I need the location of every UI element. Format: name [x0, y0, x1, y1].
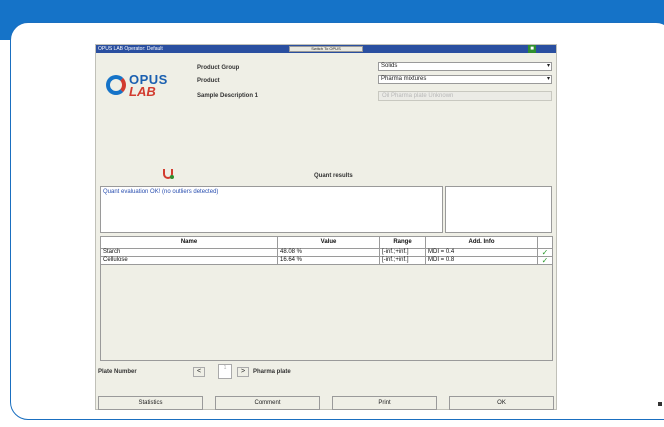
- monitor-icon[interactable]: ■: [528, 45, 536, 53]
- table-cell-name[interactable]: Cellulose: [101, 257, 278, 265]
- table-cell-add-info: MDI = 0.8: [426, 257, 538, 265]
- product-group-select[interactable]: Solids ▾: [378, 62, 552, 71]
- quant-results-title: Quant results: [314, 173, 353, 179]
- logo-mark: [106, 75, 126, 95]
- column-header-value[interactable]: Value: [278, 237, 380, 249]
- product-group-value: Solids: [381, 63, 398, 69]
- product-value: Pharma mixtures: [381, 76, 427, 82]
- window-titlebar: OPUS LAB Operator: Default Switch To OPU…: [96, 45, 556, 53]
- switch-to-opus-button[interactable]: Switch To OPUS: [289, 46, 363, 52]
- table-cell-value: 16.64 %: [278, 257, 380, 265]
- product-select[interactable]: Pharma mixtures ▾: [378, 75, 552, 84]
- opus-lab-window: OPUS LAB Operator: Default Switch To OPU…: [95, 44, 557, 410]
- results-table: Name Value Range Add. Info Starch 48.08 …: [100, 236, 553, 361]
- table-cell-name[interactable]: Starch: [101, 249, 278, 257]
- column-header-range[interactable]: Range: [380, 237, 426, 249]
- product-group-label: Product Group: [197, 65, 240, 71]
- print-button[interactable]: Print: [332, 396, 437, 410]
- statistics-button[interactable]: Statistics: [98, 396, 203, 410]
- quant-message-box: Quant evaluation OK! (no outliers detect…: [100, 186, 443, 233]
- quant-message: Quant evaluation OK! (no outliers detect…: [103, 189, 219, 195]
- table-cell-range: [-inf.;+inf.]: [380, 257, 426, 265]
- stethoscope-icon-chestpiece: [170, 175, 174, 179]
- column-header-add-info[interactable]: Add. Info: [426, 237, 538, 249]
- opus-lab-logo: OPUS LAB: [106, 72, 176, 102]
- edge-marker: [658, 402, 662, 406]
- previous-plate-button[interactable]: <: [193, 367, 205, 377]
- sample-description-label: Sample Description 1: [197, 93, 259, 99]
- check-icon: ✓: [538, 257, 553, 265]
- plate-number-field[interactable]: 1: [218, 364, 232, 379]
- chevron-down-icon: ▾: [546, 76, 550, 82]
- window-title: OPUS LAB Operator: Default: [98, 46, 163, 52]
- table-cell-value: 48.08 %: [278, 249, 380, 257]
- ok-button[interactable]: OK: [449, 396, 554, 410]
- comment-button[interactable]: Comment: [215, 396, 320, 410]
- plate-name: Pharma plate: [253, 369, 291, 375]
- side-panel: [445, 186, 552, 233]
- column-header-name[interactable]: Name: [101, 237, 278, 249]
- next-plate-button[interactable]: >: [237, 367, 249, 377]
- page-background: OPUS LAB Operator: Default Switch To OPU…: [0, 0, 664, 427]
- logo-word-lab: LAB: [129, 84, 156, 99]
- table-cell-range: [-inf.;+inf.]: [380, 249, 426, 257]
- table-cell-add-info: MDI = 0.4: [426, 249, 538, 257]
- sample-description-field: Oil Pharma plate Unknown: [378, 91, 552, 101]
- plate-number-label: Plate Number: [98, 369, 137, 375]
- chevron-down-icon: ▾: [546, 63, 550, 69]
- product-label: Product: [197, 78, 220, 84]
